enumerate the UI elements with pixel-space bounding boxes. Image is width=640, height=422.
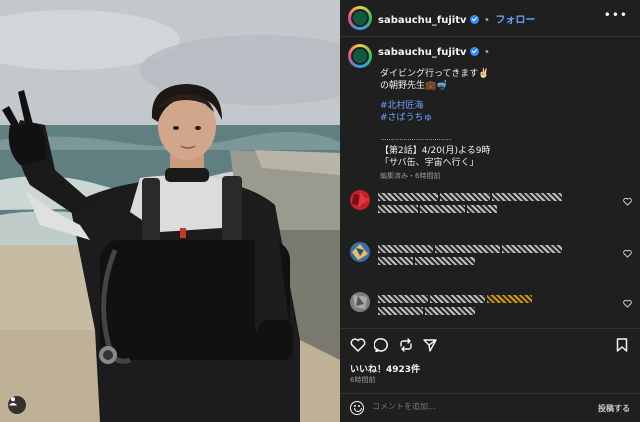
verified-badge-icon — [469, 47, 479, 56]
header-divider — [340, 36, 640, 37]
comment-input[interactable] — [372, 402, 572, 411]
actions-divider — [340, 328, 640, 329]
comment-blurred — [378, 192, 608, 213]
more-horizontal-icon[interactable]: ••• — [604, 8, 628, 22]
repost-icon[interactable] — [398, 337, 414, 353]
hashtag-link[interactable]: #北村匠海 — [380, 100, 424, 112]
action-bar — [350, 337, 630, 353]
post-photo[interactable] — [0, 0, 340, 422]
edited-timestamp: 編集済み・6時間前 — [380, 172, 441, 180]
caption-avatar[interactable] — [348, 44, 372, 68]
bookmark-icon[interactable] — [614, 337, 630, 353]
header-username-row: sabauchu_fujitv • フォロー — [378, 11, 535, 26]
tagged-users-icon[interactable] — [8, 396, 26, 414]
comment-like-icon[interactable] — [623, 249, 632, 258]
episode-line-1: 【第2話】4/20(月)よる9時 — [380, 146, 491, 156]
comment-avatar[interactable] — [350, 292, 370, 312]
header-separator: • — [484, 15, 490, 26]
post-comment-button[interactable]: 投稿する — [598, 403, 630, 414]
caption-line-1: ダイビング行ってきます✌🏻 — [380, 69, 490, 79]
caption-line-2: の朝野先生💼🤿 — [380, 81, 448, 91]
heart-icon[interactable] — [350, 337, 366, 353]
caption-separator: • — [484, 47, 490, 58]
follow-button[interactable]: フォロー — [495, 15, 535, 26]
comment-avatar[interactable] — [350, 190, 370, 210]
post-sidebar: sabauchu_fujitv • フォロー ••• sabauchu_fuji… — [340, 0, 640, 422]
comment-avatar[interactable] — [350, 242, 370, 262]
caption-username[interactable]: sabauchu_fujitv — [378, 47, 467, 58]
comment-icon[interactable] — [374, 337, 390, 353]
emoji-icon[interactable] — [350, 401, 364, 415]
comment-blurred — [378, 244, 608, 265]
post-time: 6時間前 — [350, 376, 376, 384]
diver-scene — [0, 0, 340, 422]
comment-like-icon[interactable] — [623, 299, 632, 308]
comment-like-icon[interactable] — [623, 197, 632, 206]
caption-username-row: sabauchu_fujitv • — [378, 47, 492, 58]
profile-avatar[interactable] — [348, 6, 372, 30]
comment-blurred — [378, 294, 608, 315]
episode-line-2: 「サバ缶、宇宙へ行く」 — [380, 158, 479, 168]
verified-badge-icon — [469, 15, 479, 24]
likes-count[interactable]: いいね！4923件 — [350, 362, 420, 375]
hashtag-link[interactable]: #さばうちゅ — [380, 112, 433, 124]
post-header: sabauchu_fujitv • フォロー ••• — [340, 0, 640, 36]
header-username[interactable]: sabauchu_fujitv — [378, 15, 467, 26]
send-icon[interactable] — [422, 337, 438, 353]
caption-dots: ‥‥‥‥‥‥‥‥‥‥‥‥‥‥‥‥‥ — [380, 134, 451, 142]
comment-bar: 投稿する — [340, 393, 640, 422]
